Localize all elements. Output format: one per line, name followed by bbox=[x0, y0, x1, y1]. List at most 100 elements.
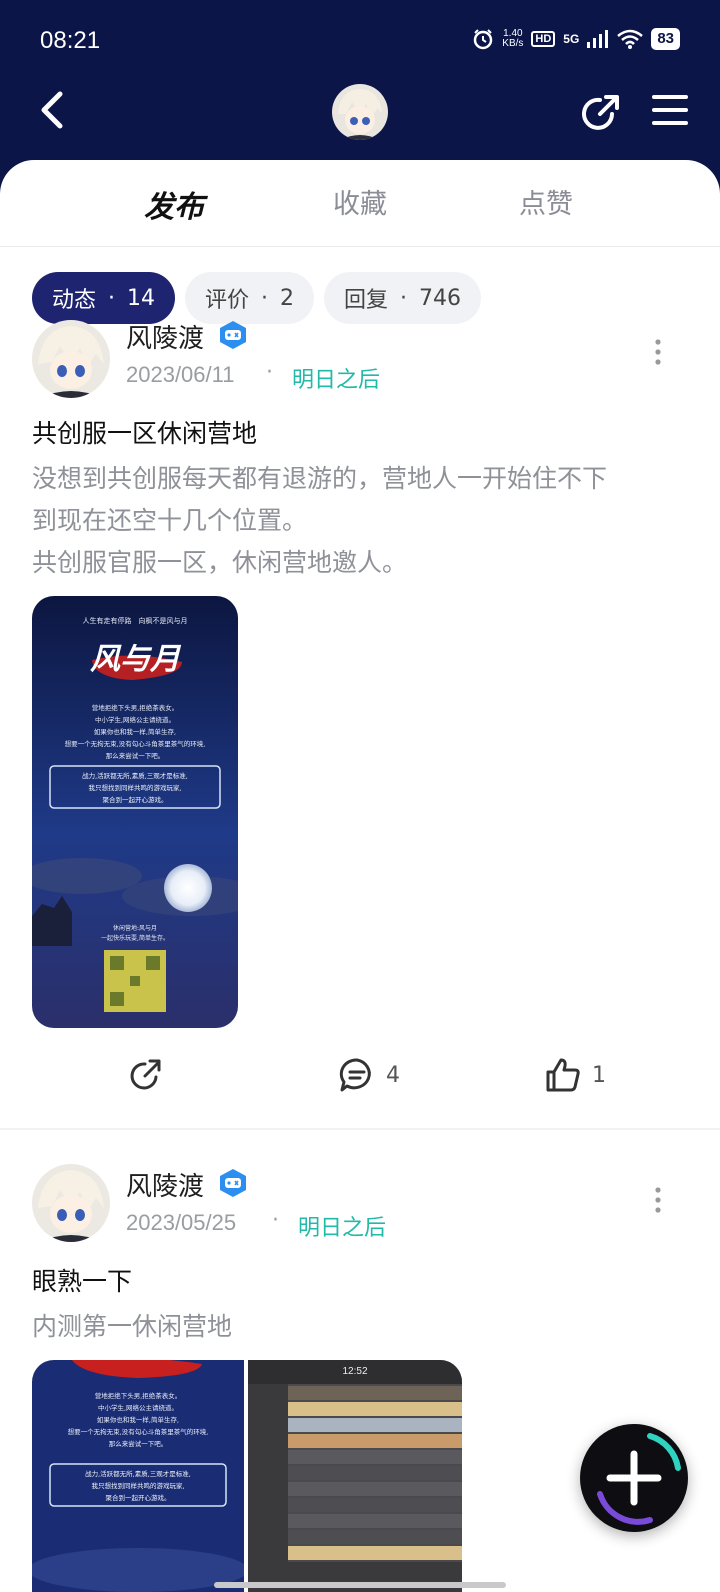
post-body-line: 共创服官服一区，休闲营地邀人。 bbox=[32, 548, 408, 577]
post-image[interactable]: 人生有走有停路 向枫不是风与月 风与月 营地拒绝下头男,拒绝茶表女。 中小学生,… bbox=[32, 596, 238, 1028]
post-meta-sep: · bbox=[266, 360, 273, 385]
post-author-name[interactable]: 风陵渡 bbox=[126, 318, 204, 355]
post-date: 2023/05/25 bbox=[126, 1210, 237, 1235]
comment-count: 4 bbox=[386, 1062, 400, 1088]
post-meta-sep: · bbox=[272, 1208, 279, 1233]
poster-box-line: 聚合到一起开心游戏。 bbox=[105, 1494, 171, 1502]
poster-line: 营地拒绝下头男,拒绝茶表女。 bbox=[91, 704, 179, 712]
post-separator bbox=[0, 1128, 720, 1130]
poster-thumb-box-text: 战力,活跃都无所,素质,三观才是标准, 我只想找到同样共鸣的游戏玩家, 聚合到一… bbox=[50, 1468, 226, 1504]
post-game-link[interactable]: 明日之后 bbox=[298, 1210, 386, 1242]
poster-line: 那么来尝试一下吧。 bbox=[105, 752, 165, 760]
post-author-name[interactable]: 风陵渡 bbox=[126, 1166, 204, 1203]
chip-count: 2 bbox=[280, 285, 295, 311]
poster-line: 如果你也和我一样,简单生存, bbox=[93, 728, 177, 736]
poster-top-line: 人生有走有停路 向枫不是风与月 bbox=[82, 617, 188, 625]
poster-box-line: 聚合到一起开心游戏。 bbox=[102, 796, 168, 804]
post-image-screenshot[interactable]: 12:52 bbox=[248, 1360, 462, 1592]
tab-favorites[interactable]: 收藏 bbox=[300, 182, 420, 221]
poster-box-line: 战力,活跃都无所,素质,三观才是标准, bbox=[85, 1470, 191, 1478]
share-button[interactable] bbox=[126, 1056, 164, 1094]
game-verified-icon bbox=[220, 1169, 246, 1197]
tab-bar: 发布 收藏 点赞 bbox=[0, 182, 720, 232]
post-title[interactable]: 共创服一区休闲营地 bbox=[32, 414, 257, 450]
chip-reviews[interactable]: 评价 · 2 bbox=[185, 272, 315, 324]
tab-publish-label: 发布 bbox=[144, 190, 204, 225]
net-speed: 1.40 KB/s bbox=[502, 29, 523, 49]
poster-title: 风与月 bbox=[90, 642, 180, 677]
post-body[interactable]: 没想到共创服每天都有退游的，营地人一开始住不下 到现在还空十几个位置。 共创服官… bbox=[32, 458, 692, 584]
tab-likes[interactable]: 点赞 bbox=[486, 182, 606, 221]
post-author-avatar[interactable] bbox=[32, 1164, 110, 1242]
create-post-button[interactable] bbox=[580, 1424, 688, 1532]
post-author-avatar[interactable] bbox=[32, 320, 110, 398]
poster-line: 营地拒绝下头男,拒绝茶表女。 bbox=[94, 1392, 182, 1400]
game-ranking-graphic bbox=[248, 1360, 462, 1592]
post-body-line: 到现在还空十几个位置。 bbox=[32, 506, 308, 535]
chip-sep: · bbox=[108, 285, 116, 311]
poster-box-text: 战力,活跃都无所,素质,三观才是标准, 我只想找到同样共鸣的游戏玩家, 聚合到一… bbox=[50, 770, 220, 806]
poster-line: 如果你也和我一样,简单生存, bbox=[96, 1416, 180, 1424]
post-body[interactable]: 内测第一休闲营地 bbox=[32, 1306, 692, 1348]
menu-icon[interactable] bbox=[650, 92, 690, 128]
status-icons: 1.40 KB/s HD 5G 83 bbox=[472, 28, 680, 50]
chip-label: 回复 bbox=[344, 288, 389, 313]
status-time: 08:21 bbox=[40, 27, 101, 54]
poster-box-line: 战力,活跃都无所,素质,三观才是标准, bbox=[82, 772, 188, 780]
back-arrow-icon[interactable] bbox=[34, 88, 74, 132]
poster-box-line: 我只想找到同样共鸣的游戏玩家, bbox=[88, 784, 182, 792]
poster-thumb-text: 营地拒绝下头男,拒绝茶表女。 中小学生,网络公主请绕道。 如果你也和我一样,简单… bbox=[34, 1390, 242, 1450]
header-avatar[interactable] bbox=[332, 84, 388, 140]
chip-moments[interactable]: 动态 · 14 bbox=[32, 272, 176, 324]
more-options-icon[interactable] bbox=[652, 1186, 664, 1214]
poster-line: 中小学生,网络公主请绕道。 bbox=[97, 1404, 179, 1412]
poster-text: 营地拒绝下头男,拒绝茶表女。 中小学生,网络公主请绕道。 如果你也和我一样,简单… bbox=[36, 702, 234, 762]
comment-icon bbox=[339, 1058, 371, 1092]
chip-label: 评价 bbox=[205, 288, 250, 313]
post-actions: 4 1 bbox=[0, 1056, 720, 1106]
signal-icon bbox=[587, 30, 609, 48]
plus-icon bbox=[597, 1433, 681, 1525]
poster-footer-line: 休闲营地:风与月 bbox=[112, 925, 158, 932]
poster-box-line: 我只想找到同样共鸣的游戏玩家, bbox=[91, 1482, 185, 1490]
post-image-poster[interactable]: 营地拒绝下头男,拒绝茶表女。 中小学生,网络公主请绕道。 如果你也和我一样,简单… bbox=[32, 1360, 244, 1592]
share-icon[interactable] bbox=[578, 90, 622, 134]
thumbs-up-icon bbox=[546, 1058, 580, 1092]
post-title[interactable]: 眼熟一下 bbox=[32, 1262, 132, 1298]
poster-line: 想要一个无拘无束,没有勾心斗角茶里茶气的环境, bbox=[67, 1428, 209, 1436]
post-game-link[interactable]: 明日之后 bbox=[292, 362, 380, 394]
chip-replies[interactable]: 回复 · 746 bbox=[324, 272, 482, 324]
more-options-icon[interactable] bbox=[652, 338, 664, 366]
filter-chips: 动态 · 14 评价 · 2 回复 · 746 bbox=[32, 272, 482, 324]
poster-footer: 休闲营地:风与月 一起快乐玩耍,简单生存。 bbox=[32, 924, 238, 944]
post-body-line: 没想到共创服每天都有退游的，营地人一开始住不下 bbox=[32, 464, 608, 493]
chip-sep: · bbox=[261, 285, 269, 311]
tab-publish[interactable]: 发布 bbox=[114, 182, 234, 226]
comment-button[interactable]: 4 bbox=[338, 1056, 400, 1094]
alarm-icon bbox=[474, 29, 493, 50]
poster-line: 想要一个无拘无束,没有勾心斗角茶里茶气的环境, bbox=[64, 740, 206, 748]
poster-line: 那么来尝试一下吧。 bbox=[108, 1440, 168, 1448]
screenshot-time: 12:52 bbox=[342, 1366, 368, 1377]
poster-footer-line: 一起快乐玩耍,简单生存。 bbox=[101, 935, 169, 942]
post-body-line: 内测第一休闲营地 bbox=[32, 1312, 233, 1341]
like-count: 1 bbox=[592, 1062, 606, 1088]
signal-label: 5G bbox=[563, 32, 580, 46]
poster-line: 中小学生,网络公主请绕道。 bbox=[94, 716, 176, 724]
tab-likes-label: 点赞 bbox=[519, 189, 573, 220]
tab-favorites-label: 收藏 bbox=[333, 189, 387, 220]
chip-label: 动态 bbox=[52, 288, 97, 313]
home-indicator bbox=[214, 1582, 506, 1588]
like-button[interactable]: 1 bbox=[544, 1056, 606, 1094]
chip-sep: · bbox=[400, 285, 408, 311]
post-date: 2023/06/11 bbox=[126, 362, 235, 387]
status-bar: 08:21 1.40 KB/s HD 5G 83 bbox=[40, 24, 680, 56]
tabs-divider bbox=[0, 246, 720, 247]
share-icon bbox=[130, 1059, 161, 1090]
wifi-icon bbox=[617, 29, 644, 49]
chip-count: 14 bbox=[127, 285, 156, 311]
net-speed-unit: KB/s bbox=[502, 38, 524, 49]
battery-indicator: 83 bbox=[651, 28, 680, 50]
game-verified-icon bbox=[220, 321, 246, 349]
chip-count: 746 bbox=[419, 285, 462, 311]
